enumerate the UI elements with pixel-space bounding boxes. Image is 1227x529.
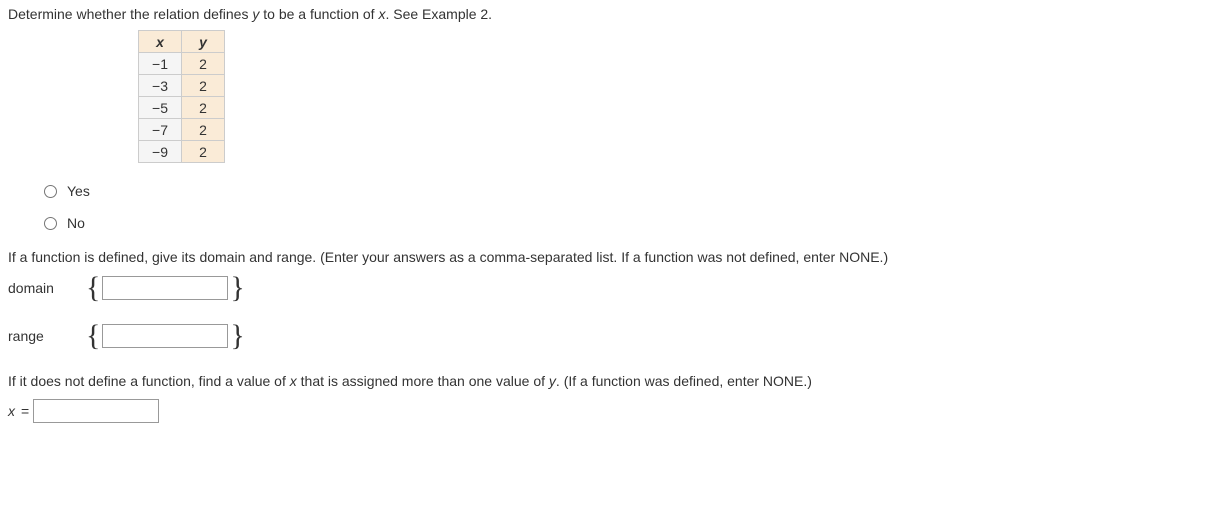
table-row: −7 2 [139, 119, 225, 141]
equals-sign: = [21, 403, 29, 419]
question-post: . See Example 2. [385, 6, 492, 22]
brace-open: { [86, 273, 100, 303]
brace-close: } [230, 273, 244, 303]
table-row: −9 2 [139, 141, 225, 163]
final-instruction: If it does not define a function, find a… [8, 373, 1219, 389]
brace-close: } [230, 321, 244, 351]
domain-range-instruction: If a function is defined, give its domai… [8, 249, 1219, 265]
domain-label: domain [8, 280, 70, 296]
range-brace-group: { } [86, 321, 245, 351]
table-cell-x: −9 [139, 141, 182, 163]
table-row: −1 2 [139, 53, 225, 75]
table-cell-x: −7 [139, 119, 182, 141]
question-text: Determine whether the relation defines y… [8, 6, 1219, 22]
table-header-x: x [139, 31, 182, 53]
table-cell-x: −1 [139, 53, 182, 75]
table-row: −3 2 [139, 75, 225, 97]
final-post: . (If a function was defined, enter NONE… [556, 373, 812, 389]
radio-yes[interactable] [44, 185, 57, 198]
table-cell-y: 2 [182, 119, 225, 141]
final-var-y: y [549, 373, 556, 389]
radio-no[interactable] [44, 217, 57, 230]
question-mid: to be a function of [259, 6, 378, 22]
final-mid: that is assigned more than one value of [297, 373, 549, 389]
domain-brace-group: { } [86, 273, 245, 303]
data-table-wrapper: x y −1 2 −3 2 −5 2 −7 2 −9 2 [138, 30, 1219, 163]
brace-open: { [86, 321, 100, 351]
table-cell-x: −5 [139, 97, 182, 119]
radio-group: Yes No [44, 175, 1219, 239]
final-var-x: x [290, 373, 297, 389]
table-row: −5 2 [139, 97, 225, 119]
table-cell-y: 2 [182, 141, 225, 163]
range-input[interactable] [102, 324, 228, 348]
table-cell-x: −3 [139, 75, 182, 97]
radio-no-label: No [67, 215, 85, 231]
final-pre: If it does not define a function, find a… [8, 373, 290, 389]
x-label: x [8, 403, 15, 419]
table-cell-y: 2 [182, 97, 225, 119]
domain-input[interactable] [102, 276, 228, 300]
range-label: range [8, 328, 70, 344]
table-cell-y: 2 [182, 75, 225, 97]
x-equals-row: x = [8, 399, 1219, 423]
data-table: x y −1 2 −3 2 −5 2 −7 2 −9 2 [138, 30, 225, 163]
table-header-y: y [182, 31, 225, 53]
question-pre: Determine whether the relation defines [8, 6, 252, 22]
x-value-input[interactable] [33, 399, 159, 423]
table-cell-y: 2 [182, 53, 225, 75]
radio-yes-label: Yes [67, 183, 90, 199]
